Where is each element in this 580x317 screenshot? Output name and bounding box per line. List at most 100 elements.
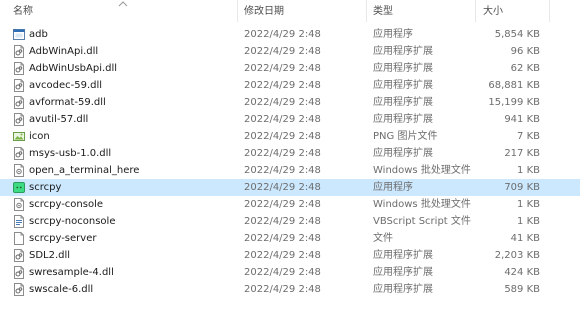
file-modified-date: 2022/4/29 2:48 — [244, 114, 321, 125]
file-type: 文件 — [373, 233, 393, 244]
column-divider[interactable] — [475, 0, 476, 22]
sort-ascending-icon — [118, 1, 128, 7]
file-name[interactable]: swresample-4.dll — [29, 264, 114, 281]
file-row[interactable]: icon 2022/4/29 2:48 PNG 图片文件 7 KB — [0, 128, 580, 145]
file-row[interactable]: avutil-57.dll 2022/4/29 2:48 应用程序扩展 941 KB — [0, 111, 580, 128]
file-name[interactable]: open_a_terminal_here — [29, 162, 139, 179]
dll-icon — [13, 96, 25, 109]
file-size: 424 KB — [504, 267, 540, 278]
file-row[interactable]: msys-usb-1.0.dll 2022/4/29 2:48 应用程序扩展 217 … — [0, 145, 580, 162]
file-size: 96 KB — [510, 46, 540, 57]
file-size: 68,881 KB — [488, 80, 540, 91]
file-size: 41 KB — [510, 233, 540, 244]
file-modified-date: 2022/4/29 2:48 — [244, 148, 321, 159]
column-header-bar: 名称 修改日期 类型 大小 — [0, 0, 580, 22]
file-modified-date: 2022/4/29 2:48 — [244, 63, 321, 74]
column-divider[interactable] — [237, 0, 238, 22]
file-modified-date: 2022/4/29 2:48 — [244, 46, 321, 57]
file-row[interactable]: adb 2022/4/29 2:48 应用程序 5,854 KB — [0, 26, 580, 43]
file-size: 1 KB — [517, 216, 540, 227]
exe-icon — [13, 28, 25, 41]
vbs-icon — [13, 215, 25, 228]
file-type: 应用程序扩展 — [373, 250, 433, 261]
file-row[interactable]: scrcpy 2022/4/29 2:48 应用程序 709 KB — [0, 179, 580, 196]
png-icon — [13, 130, 25, 143]
file-type: 应用程序扩展 — [373, 46, 433, 57]
file-row[interactable]: swresample-4.dll 2022/4/29 2:48 应用程序扩展 424 … — [0, 264, 580, 281]
file-type: 应用程序扩展 — [373, 97, 433, 108]
dll-icon — [13, 45, 25, 58]
column-divider[interactable] — [549, 0, 550, 22]
file-size: 7 KB — [517, 131, 540, 142]
file-name[interactable]: scrcpy-server — [29, 230, 96, 247]
column-header-type[interactable]: 类型 — [373, 5, 393, 19]
column-header-name[interactable]: 名称 — [13, 5, 33, 19]
file-row[interactable]: scrcpy-noconsole 2022/4/29 2:48 VBScript S… — [0, 213, 580, 230]
dll-icon — [13, 249, 25, 262]
file-modified-date: 2022/4/29 2:48 — [244, 80, 321, 91]
file-type: 应用程序扩展 — [373, 63, 433, 74]
file-row[interactable]: AdbWinUsbApi.dll 2022/4/29 2:48 应用程序扩展 62 K… — [0, 60, 580, 77]
file-modified-date: 2022/4/29 2:48 — [244, 250, 321, 261]
dll-icon — [13, 62, 25, 75]
file-modified-date: 2022/4/29 2:48 — [244, 131, 321, 142]
file-name[interactable]: swscale-6.dll — [29, 281, 93, 298]
file-modified-date: 2022/4/29 2:48 — [244, 216, 321, 227]
file-name[interactable]: icon — [29, 128, 50, 145]
file-row[interactable]: open_a_terminal_here 2022/4/29 2:48 Window… — [0, 162, 580, 179]
file-size: 1 KB — [517, 165, 540, 176]
column-header-size[interactable]: 大小 — [483, 5, 503, 19]
file-name[interactable]: scrcpy — [29, 179, 61, 196]
file-size: 709 KB — [504, 182, 540, 193]
blank-file-icon — [13, 232, 25, 245]
file-modified-date: 2022/4/29 2:48 — [244, 284, 321, 295]
file-modified-date: 2022/4/29 2:48 — [244, 29, 321, 40]
file-type: 应用程序扩展 — [373, 284, 433, 295]
file-type: 应用程序 — [373, 29, 413, 40]
file-size: 941 KB — [504, 114, 540, 125]
file-size: 62 KB — [510, 63, 540, 74]
file-row[interactable]: scrcpy-console 2022/4/29 2:48 Windows 批处理文… — [0, 196, 580, 213]
file-name[interactable]: scrcpy-console — [29, 196, 103, 213]
file-name[interactable]: msys-usb-1.0.dll — [29, 145, 111, 162]
file-size: 217 KB — [504, 148, 540, 159]
file-name[interactable]: SDL2.dll — [29, 247, 70, 264]
file-name[interactable]: AdbWinApi.dll — [29, 43, 98, 60]
dll-icon — [13, 147, 25, 160]
file-modified-date: 2022/4/29 2:48 — [244, 267, 321, 278]
bat-icon — [13, 164, 25, 177]
bat-icon — [13, 198, 25, 211]
dll-icon — [13, 283, 25, 296]
file-name[interactable]: scrcpy-noconsole — [29, 213, 115, 230]
file-row[interactable]: avformat-59.dll 2022/4/29 2:48 应用程序扩展 15,19… — [0, 94, 580, 111]
column-divider[interactable] — [366, 0, 367, 22]
file-modified-date: 2022/4/29 2:48 — [244, 233, 321, 244]
file-size: 589 KB — [504, 284, 540, 295]
scrcpy-app-icon — [13, 181, 25, 194]
file-type: PNG 图片文件 — [373, 131, 438, 142]
dll-icon — [13, 266, 25, 279]
file-row[interactable]: swscale-6.dll 2022/4/29 2:48 应用程序扩展 589 KB — [0, 281, 580, 298]
file-row[interactable]: SDL2.dll 2022/4/29 2:48 应用程序扩展 2,203 KB — [0, 247, 580, 264]
file-type: 应用程序扩展 — [373, 114, 433, 125]
file-row[interactable]: AdbWinApi.dll 2022/4/29 2:48 应用程序扩展 96 KB — [0, 43, 580, 60]
file-name[interactable]: avutil-57.dll — [29, 111, 88, 128]
file-modified-date: 2022/4/29 2:48 — [244, 165, 321, 176]
file-name[interactable]: avformat-59.dll — [29, 94, 106, 111]
dll-icon — [13, 113, 25, 126]
file-row[interactable]: avcodec-59.dll 2022/4/29 2:48 应用程序扩展 68,881… — [0, 77, 580, 94]
file-name[interactable]: adb — [29, 26, 48, 43]
dll-icon — [13, 79, 25, 92]
file-size: 1 KB — [517, 199, 540, 210]
file-type: 应用程序扩展 — [373, 267, 433, 278]
file-name[interactable]: AdbWinUsbApi.dll — [29, 60, 117, 77]
file-row[interactable]: scrcpy-server 2022/4/29 2:48 文件 41 KB — [0, 230, 580, 247]
file-modified-date: 2022/4/29 2:48 — [244, 182, 321, 193]
file-type: Windows 批处理文件 — [373, 165, 471, 176]
file-size: 5,854 KB — [494, 29, 540, 40]
file-name[interactable]: avcodec-59.dll — [29, 77, 102, 94]
column-header-date[interactable]: 修改日期 — [244, 5, 284, 19]
file-list: adb 2022/4/29 2:48 应用程序 5,854 KB AdbWinApi.d… — [0, 26, 580, 298]
file-modified-date: 2022/4/29 2:48 — [244, 97, 321, 108]
file-type: 应用程序扩展 — [373, 80, 433, 91]
